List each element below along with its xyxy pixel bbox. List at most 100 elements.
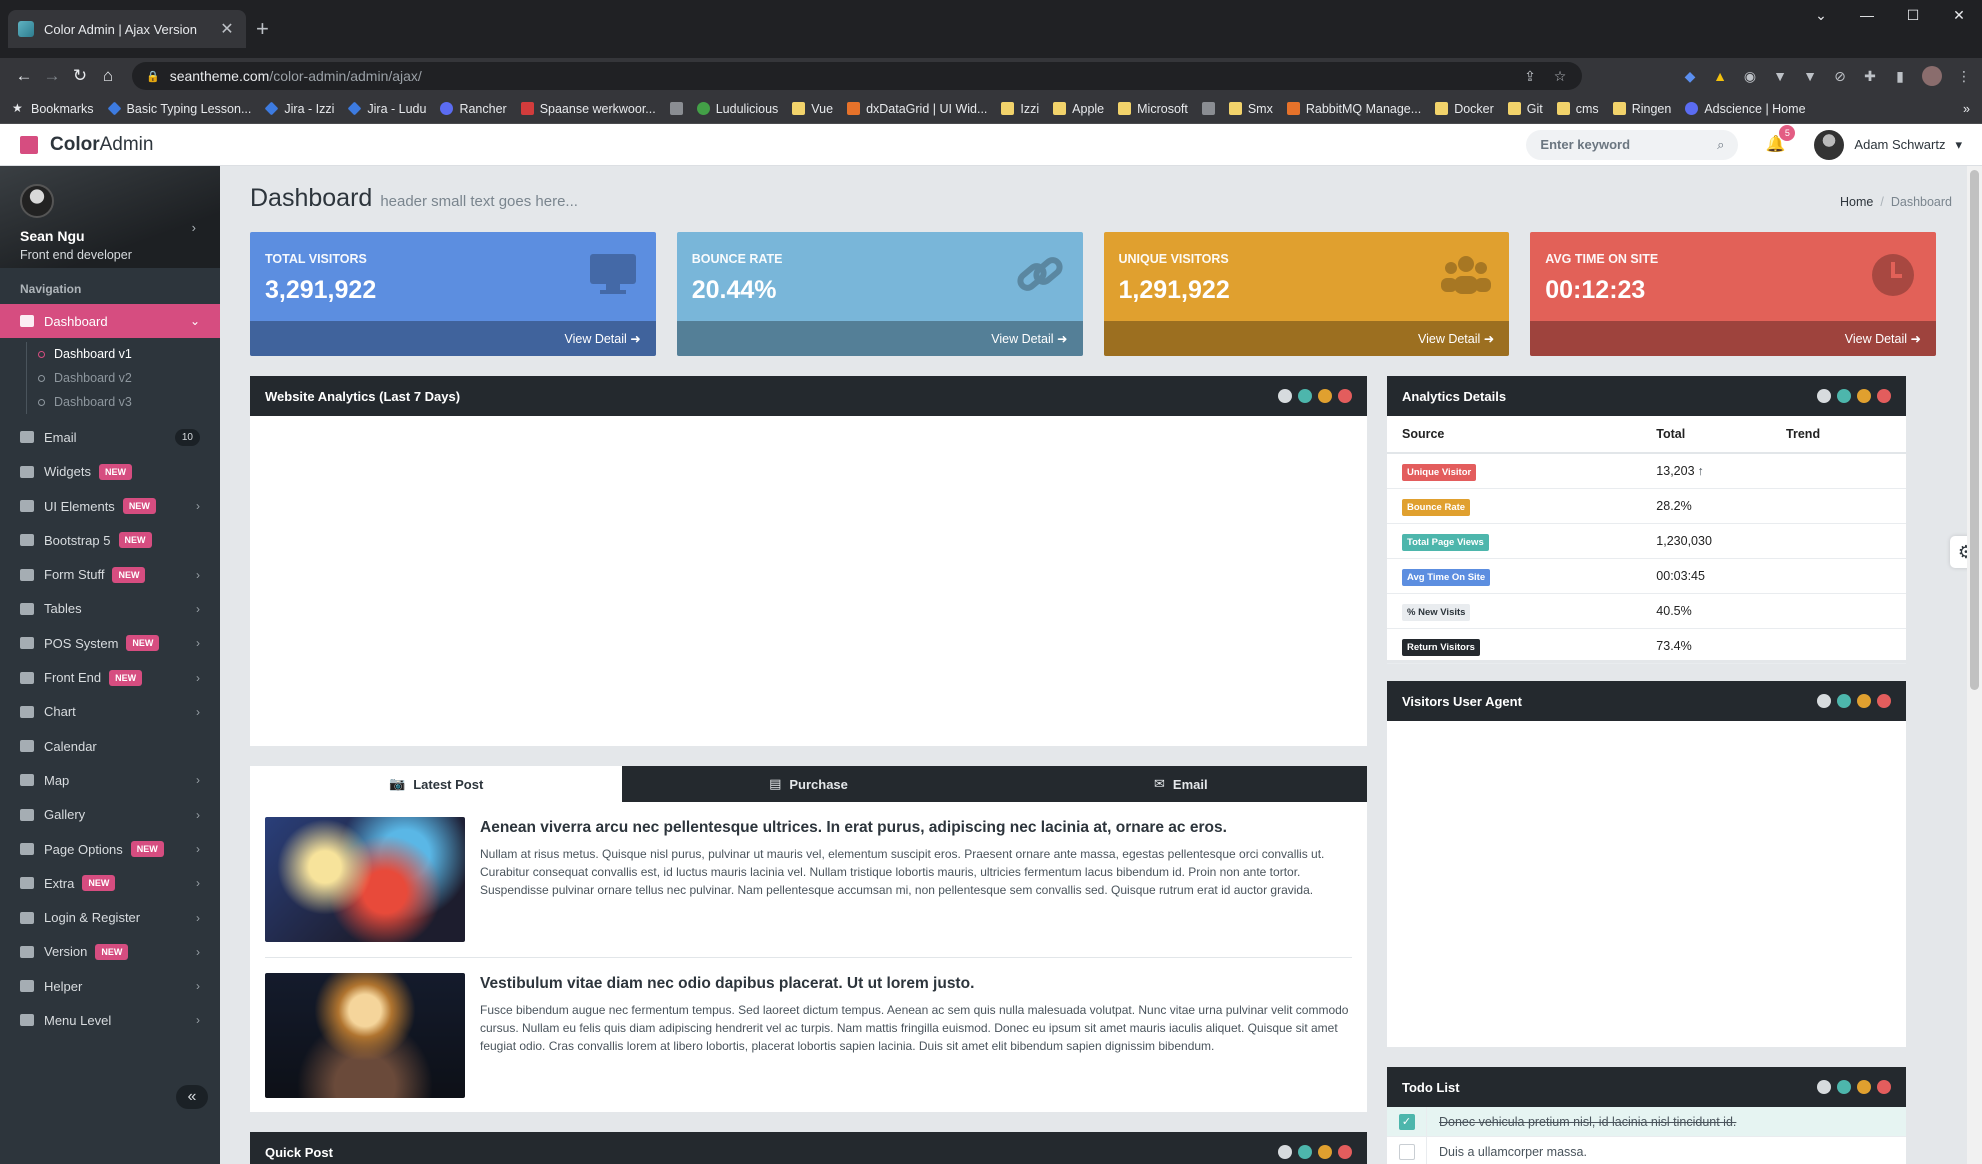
remove-icon[interactable] <box>1338 1145 1352 1159</box>
collapse-icon[interactable] <box>1857 389 1871 403</box>
maximize-button[interactable]: ☐ <box>1890 0 1936 30</box>
browser-menu-icon[interactable]: ⋮ <box>1956 68 1972 84</box>
todo-checkbox[interactable] <box>1398 1143 1415 1160</box>
remove-icon[interactable] <box>1877 1080 1891 1094</box>
collapse-icon[interactable] <box>1318 389 1332 403</box>
remove-icon[interactable] <box>1338 389 1352 403</box>
expand-icon[interactable] <box>1817 694 1831 708</box>
bookmark-item[interactable]: Ludulicious <box>696 102 778 116</box>
sidebar-subitem-dashboard-v3[interactable]: Dashboard v3 <box>0 390 220 415</box>
sidebar-item-login-register[interactable]: Login & Register › <box>0 900 220 934</box>
remove-icon[interactable] <box>1877 694 1891 708</box>
bookmark-item[interactable] <box>1201 102 1215 115</box>
extension-drive-icon[interactable]: ▲ <box>1712 68 1728 84</box>
sidebar-item-email[interactable]: Email 10 <box>0 420 220 454</box>
reload-icon[interactable] <box>1837 389 1851 403</box>
sidebar-subitem-dashboard-v2[interactable]: Dashboard v2 <box>0 366 220 391</box>
extension-icon[interactable]: ▼ <box>1802 68 1818 84</box>
search-icon[interactable]: ⌕ <box>1717 137 1724 153</box>
page-scrollbar[interactable] <box>1967 166 1982 1164</box>
reload-icon[interactable] <box>1298 1145 1312 1159</box>
reload-icon[interactable] <box>1298 389 1312 403</box>
view-detail-link[interactable]: View Detail ➜ <box>250 321 656 356</box>
sidebar-item-menu-level[interactable]: Menu Level › <box>0 1003 220 1037</box>
tab-email[interactable]: ✉ Email <box>995 766 1367 802</box>
view-detail-link[interactable]: View Detail ➜ <box>1530 321 1936 356</box>
sidebar-item-calendar[interactable]: Calendar <box>0 729 220 763</box>
close-tab-icon[interactable]: ✕ <box>218 19 236 39</box>
sidebar-item-pos-system[interactable]: POS System NEW › <box>0 626 220 660</box>
bookmark-item[interactable] <box>669 102 683 115</box>
brand[interactable]: ColorAdmin <box>50 134 153 156</box>
extension-icon[interactable]: ◉ <box>1742 68 1758 84</box>
post-image[interactable] <box>265 817 465 942</box>
remove-icon[interactable] <box>1877 389 1891 403</box>
reload-icon[interactable]: ↻ <box>66 66 94 86</box>
collapse-icon[interactable] <box>1318 1145 1332 1159</box>
back-icon[interactable]: ← <box>10 66 38 86</box>
sidebar-item-bootstrap-5[interactable]: Bootstrap 5 NEW <box>0 523 220 557</box>
extensions-puzzle-icon[interactable]: ✚ <box>1862 68 1878 84</box>
bookmark-item[interactable]: Docker <box>1435 102 1494 116</box>
view-detail-link[interactable]: View Detail ➜ <box>676 321 1083 356</box>
bookmark-item[interactable]: Microsoft <box>1118 102 1188 116</box>
view-detail-link[interactable]: View Detail ➜ <box>1103 321 1510 356</box>
minimize-button[interactable]: — <box>1844 0 1890 30</box>
expand-icon[interactable] <box>1278 1145 1292 1159</box>
new-tab-button[interactable]: + <box>256 16 269 42</box>
post-image[interactable] <box>265 973 465 1098</box>
bookmark-item[interactable]: Izzi <box>1001 102 1039 116</box>
sidebar-item-front-end[interactable]: Front End NEW › <box>0 660 220 694</box>
bookmark-item[interactable]: Apple <box>1053 102 1104 116</box>
bookmark-item[interactable]: Smx <box>1228 102 1273 116</box>
sidebar-item-extra[interactable]: Extra NEW › <box>0 866 220 900</box>
user-menu[interactable]: Adam Schwartz ▾ <box>1814 129 1962 160</box>
bookmark-item[interactable]: cms <box>1556 102 1599 116</box>
sidebar-profile[interactable]: Sean Ngu Front end developer › <box>0 166 220 268</box>
expand-icon[interactable] <box>1817 1080 1831 1094</box>
sidebar-item-helper[interactable]: Helper › <box>0 969 220 1003</box>
collapse-icon[interactable] <box>1857 1080 1871 1094</box>
extension-icon[interactable]: ◆ <box>1682 68 1698 84</box>
bookmark-item[interactable]: Git <box>1507 102 1543 116</box>
bookmark-star-icon[interactable]: ☆ <box>1552 68 1568 84</box>
tab-search-icon[interactable]: ⌄ <box>1798 0 1844 30</box>
todo-checkbox[interactable]: ✓ <box>1398 1113 1415 1130</box>
sidebar-item-widgets[interactable]: Widgets NEW <box>0 455 220 489</box>
bookmark-item[interactable]: dxDataGrid | UI Wid... <box>847 102 987 116</box>
browser-tab[interactable]: Color Admin | Ajax Version ✕ <box>8 10 246 48</box>
bookmark-item[interactable]: Spaanse werkwoor... <box>520 102 656 116</box>
post-title[interactable]: Vestibulum vitae diam nec odio dapibus p… <box>480 975 1352 993</box>
close-window-button[interactable]: ✕ <box>1936 0 1982 30</box>
bookmark-item[interactable]: Rancher <box>440 102 507 116</box>
reload-icon[interactable] <box>1837 694 1851 708</box>
side-panel-icon[interactable]: ▮ <box>1892 68 1908 84</box>
notification-bell-icon[interactable]: 🔔 5 <box>1764 124 1796 156</box>
extension-icon[interactable]: ⊘ <box>1832 68 1848 84</box>
bookmark-item[interactable]: RabbitMQ Manage... <box>1286 102 1421 116</box>
bookmark-item[interactable]: Basic Typing Lesson... <box>107 102 251 116</box>
collapse-icon[interactable] <box>1857 694 1871 708</box>
bookmark-item[interactable]: Ringen <box>1612 102 1671 116</box>
sidebar-item-form-stuff[interactable]: Form Stuff NEW › <box>0 557 220 591</box>
sidebar-item-chart[interactable]: Chart › <box>0 695 220 729</box>
scrollbar-thumb[interactable] <box>1970 170 1979 690</box>
breadcrumb-home[interactable]: Home <box>1840 195 1873 209</box>
sidebar-item-version[interactable]: Version NEW › <box>0 935 220 969</box>
profile-avatar[interactable] <box>1922 66 1942 86</box>
home-icon[interactable]: ⌂ <box>94 66 122 86</box>
sidebar-subitem-dashboard-v1[interactable]: Dashboard v1 <box>0 342 220 367</box>
expand-icon[interactable] <box>1278 389 1292 403</box>
sidebar-item-dashboard[interactable]: Dashboard ⌄ <box>0 304 220 339</box>
share-icon[interactable]: ⇪ <box>1522 68 1538 84</box>
sidebar-item-map[interactable]: Map › <box>0 763 220 797</box>
bookmark-item[interactable]: Vue <box>792 102 833 116</box>
reload-icon[interactable] <box>1837 1080 1851 1094</box>
tab-purchase[interactable]: ▤ Purchase <box>622 766 994 802</box>
sidebar-item-page-options[interactable]: Page Options NEW › <box>0 832 220 866</box>
bookmark-item[interactable]: Jira - Izzi <box>264 102 334 116</box>
bookmark-item[interactable]: Jira - Ludu <box>347 102 426 116</box>
sidebar-item-tables[interactable]: Tables › <box>0 592 220 626</box>
sidebar-item-ui-elements[interactable]: UI Elements NEW › <box>0 489 220 523</box>
forward-icon[interactable]: → <box>38 66 66 86</box>
